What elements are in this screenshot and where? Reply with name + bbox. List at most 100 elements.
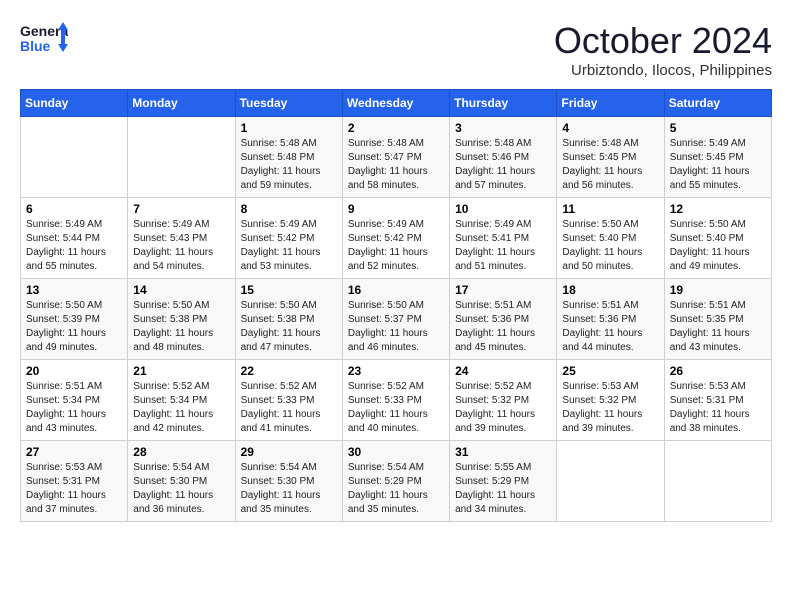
- logo: General Blue: [20, 20, 68, 60]
- day-number: 20: [26, 364, 122, 378]
- day-number: 26: [670, 364, 766, 378]
- day-detail: Sunrise: 5:49 AMSunset: 5:43 PMDaylight:…: [133, 219, 213, 272]
- day-detail: Sunrise: 5:50 AMSunset: 5:38 PMDaylight:…: [133, 300, 213, 353]
- month-title: October 2024: [554, 20, 772, 62]
- day-detail: Sunrise: 5:48 AMSunset: 5:46 PMDaylight:…: [455, 138, 535, 191]
- calendar-cell: 21 Sunrise: 5:52 AMSunset: 5:34 PMDaylig…: [128, 360, 235, 441]
- day-detail: Sunrise: 5:49 AMSunset: 5:45 PMDaylight:…: [670, 138, 750, 191]
- calendar-cell: 25 Sunrise: 5:53 AMSunset: 5:32 PMDaylig…: [557, 360, 664, 441]
- day-number: 7: [133, 202, 229, 216]
- day-number: 9: [348, 202, 444, 216]
- weekday-header-tuesday: Tuesday: [235, 90, 342, 117]
- day-number: 16: [348, 283, 444, 297]
- calendar-cell: 15 Sunrise: 5:50 AMSunset: 5:38 PMDaylig…: [235, 279, 342, 360]
- day-detail: Sunrise: 5:49 AMSunset: 5:42 PMDaylight:…: [348, 219, 428, 272]
- day-number: 8: [241, 202, 337, 216]
- day-number: 12: [670, 202, 766, 216]
- weekday-header-friday: Friday: [557, 90, 664, 117]
- day-detail: Sunrise: 5:53 AMSunset: 5:31 PMDaylight:…: [670, 381, 750, 434]
- calendar-cell: 5 Sunrise: 5:49 AMSunset: 5:45 PMDayligh…: [664, 117, 771, 198]
- day-number: 2: [348, 121, 444, 135]
- day-number: 22: [241, 364, 337, 378]
- day-detail: Sunrise: 5:50 AMSunset: 5:40 PMDaylight:…: [562, 219, 642, 272]
- day-number: 13: [26, 283, 122, 297]
- calendar-cell: 18 Sunrise: 5:51 AMSunset: 5:36 PMDaylig…: [557, 279, 664, 360]
- day-detail: Sunrise: 5:53 AMSunset: 5:31 PMDaylight:…: [26, 462, 106, 515]
- day-number: 14: [133, 283, 229, 297]
- day-detail: Sunrise: 5:49 AMSunset: 5:42 PMDaylight:…: [241, 219, 321, 272]
- calendar-cell: 19 Sunrise: 5:51 AMSunset: 5:35 PMDaylig…: [664, 279, 771, 360]
- day-number: 11: [562, 202, 658, 216]
- calendar-cell: 9 Sunrise: 5:49 AMSunset: 5:42 PMDayligh…: [342, 198, 449, 279]
- calendar-week-4: 20 Sunrise: 5:51 AMSunset: 5:34 PMDaylig…: [21, 360, 772, 441]
- calendar-week-3: 13 Sunrise: 5:50 AMSunset: 5:39 PMDaylig…: [21, 279, 772, 360]
- day-detail: Sunrise: 5:50 AMSunset: 5:40 PMDaylight:…: [670, 219, 750, 272]
- day-number: 19: [670, 283, 766, 297]
- day-detail: Sunrise: 5:51 AMSunset: 5:34 PMDaylight:…: [26, 381, 106, 434]
- day-number: 3: [455, 121, 551, 135]
- calendar-cell: 23 Sunrise: 5:52 AMSunset: 5:33 PMDaylig…: [342, 360, 449, 441]
- calendar-cell: 8 Sunrise: 5:49 AMSunset: 5:42 PMDayligh…: [235, 198, 342, 279]
- calendar-cell: 7 Sunrise: 5:49 AMSunset: 5:43 PMDayligh…: [128, 198, 235, 279]
- day-detail: Sunrise: 5:53 AMSunset: 5:32 PMDaylight:…: [562, 381, 642, 434]
- weekday-header-saturday: Saturday: [664, 90, 771, 117]
- calendar-cell: 28 Sunrise: 5:54 AMSunset: 5:30 PMDaylig…: [128, 441, 235, 522]
- location: Urbiztondo, Ilocos, Philippines: [554, 62, 772, 79]
- calendar-cell: 10 Sunrise: 5:49 AMSunset: 5:41 PMDaylig…: [450, 198, 557, 279]
- day-number: 25: [562, 364, 658, 378]
- day-detail: Sunrise: 5:48 AMSunset: 5:47 PMDaylight:…: [348, 138, 428, 191]
- page-header: General Blue October 2024 Urbiztondo, Il…: [20, 20, 772, 79]
- calendar-cell: 29 Sunrise: 5:54 AMSunset: 5:30 PMDaylig…: [235, 441, 342, 522]
- calendar-cell: 11 Sunrise: 5:50 AMSunset: 5:40 PMDaylig…: [557, 198, 664, 279]
- day-detail: Sunrise: 5:51 AMSunset: 5:36 PMDaylight:…: [562, 300, 642, 353]
- calendar-cell: 1 Sunrise: 5:48 AMSunset: 5:48 PMDayligh…: [235, 117, 342, 198]
- calendar-week-1: 1 Sunrise: 5:48 AMSunset: 5:48 PMDayligh…: [21, 117, 772, 198]
- day-number: 24: [455, 364, 551, 378]
- calendar-cell: 24 Sunrise: 5:52 AMSunset: 5:32 PMDaylig…: [450, 360, 557, 441]
- day-detail: Sunrise: 5:54 AMSunset: 5:30 PMDaylight:…: [241, 462, 321, 515]
- calendar-cell: [21, 117, 128, 198]
- calendar-cell: 6 Sunrise: 5:49 AMSunset: 5:44 PMDayligh…: [21, 198, 128, 279]
- calendar-cell: 27 Sunrise: 5:53 AMSunset: 5:31 PMDaylig…: [21, 441, 128, 522]
- day-detail: Sunrise: 5:50 AMSunset: 5:39 PMDaylight:…: [26, 300, 106, 353]
- day-detail: Sunrise: 5:52 AMSunset: 5:33 PMDaylight:…: [348, 381, 428, 434]
- calendar-body: 1 Sunrise: 5:48 AMSunset: 5:48 PMDayligh…: [21, 117, 772, 522]
- calendar-cell: 2 Sunrise: 5:48 AMSunset: 5:47 PMDayligh…: [342, 117, 449, 198]
- calendar-cell: 13 Sunrise: 5:50 AMSunset: 5:39 PMDaylig…: [21, 279, 128, 360]
- day-number: 31: [455, 445, 551, 459]
- day-number: 30: [348, 445, 444, 459]
- day-detail: Sunrise: 5:49 AMSunset: 5:41 PMDaylight:…: [455, 219, 535, 272]
- day-detail: Sunrise: 5:54 AMSunset: 5:29 PMDaylight:…: [348, 462, 428, 515]
- calendar-week-2: 6 Sunrise: 5:49 AMSunset: 5:44 PMDayligh…: [21, 198, 772, 279]
- day-detail: Sunrise: 5:54 AMSunset: 5:30 PMDaylight:…: [133, 462, 213, 515]
- day-detail: Sunrise: 5:52 AMSunset: 5:34 PMDaylight:…: [133, 381, 213, 434]
- logo-svg: General Blue: [20, 20, 68, 60]
- day-detail: Sunrise: 5:52 AMSunset: 5:32 PMDaylight:…: [455, 381, 535, 434]
- day-number: 28: [133, 445, 229, 459]
- calendar-cell: 3 Sunrise: 5:48 AMSunset: 5:46 PMDayligh…: [450, 117, 557, 198]
- day-detail: Sunrise: 5:50 AMSunset: 5:37 PMDaylight:…: [348, 300, 428, 353]
- day-detail: Sunrise: 5:49 AMSunset: 5:44 PMDaylight:…: [26, 219, 106, 272]
- weekday-header-thursday: Thursday: [450, 90, 557, 117]
- weekday-header-sunday: Sunday: [21, 90, 128, 117]
- day-detail: Sunrise: 5:55 AMSunset: 5:29 PMDaylight:…: [455, 462, 535, 515]
- calendar-cell: 22 Sunrise: 5:52 AMSunset: 5:33 PMDaylig…: [235, 360, 342, 441]
- svg-text:General: General: [20, 23, 68, 39]
- day-detail: Sunrise: 5:52 AMSunset: 5:33 PMDaylight:…: [241, 381, 321, 434]
- svg-text:Blue: Blue: [20, 38, 51, 54]
- day-number: 5: [670, 121, 766, 135]
- calendar-cell: 12 Sunrise: 5:50 AMSunset: 5:40 PMDaylig…: [664, 198, 771, 279]
- calendar-cell: [128, 117, 235, 198]
- day-number: 4: [562, 121, 658, 135]
- calendar-week-5: 27 Sunrise: 5:53 AMSunset: 5:31 PMDaylig…: [21, 441, 772, 522]
- weekday-header-row: SundayMondayTuesdayWednesdayThursdayFrid…: [21, 90, 772, 117]
- day-number: 18: [562, 283, 658, 297]
- day-detail: Sunrise: 5:48 AMSunset: 5:48 PMDaylight:…: [241, 138, 321, 191]
- calendar-cell: 4 Sunrise: 5:48 AMSunset: 5:45 PMDayligh…: [557, 117, 664, 198]
- calendar-cell: 17 Sunrise: 5:51 AMSunset: 5:36 PMDaylig…: [450, 279, 557, 360]
- weekday-header-monday: Monday: [128, 90, 235, 117]
- day-number: 27: [26, 445, 122, 459]
- calendar-table: SundayMondayTuesdayWednesdayThursdayFrid…: [20, 89, 772, 522]
- calendar-cell: 26 Sunrise: 5:53 AMSunset: 5:31 PMDaylig…: [664, 360, 771, 441]
- calendar-cell: 31 Sunrise: 5:55 AMSunset: 5:29 PMDaylig…: [450, 441, 557, 522]
